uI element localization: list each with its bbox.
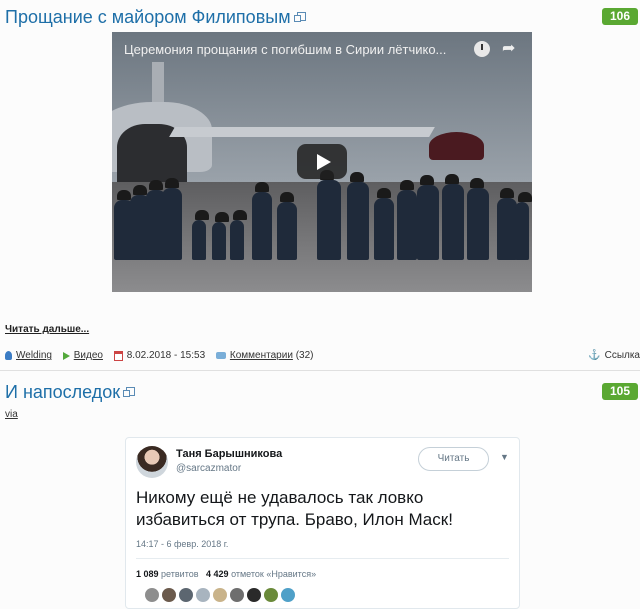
comments-count: (32) <box>295 350 314 361</box>
retweets-count: 1 089 <box>136 569 159 579</box>
author-link[interactable]: Welding <box>16 350 52 361</box>
calendar-icon <box>113 350 123 361</box>
post-title-2[interactable]: И напоследок <box>5 382 136 403</box>
follow-button[interactable]: Читать <box>418 447 489 471</box>
tweet-date[interactable]: 14:17 - 6 февр. 2018 г. <box>136 539 228 549</box>
post-divider <box>0 370 640 371</box>
tweet-author-name[interactable]: Таня Барышникова <box>176 448 282 460</box>
rating-badge: 105 <box>602 383 638 400</box>
anchor-icon: ⚓ <box>588 350 601 361</box>
retweets-label[interactable]: ретвитов <box>161 569 198 579</box>
likes-label[interactable]: отметок «Нравится» <box>231 569 316 579</box>
via-link[interactable]: via <box>5 409 18 420</box>
category-link[interactable]: Видео <box>74 350 103 361</box>
avatar[interactable] <box>136 446 168 478</box>
watch-later-icon[interactable] <box>474 41 490 57</box>
video-title[interactable]: Церемония прощания с погибшим в Сирии лё… <box>124 42 446 57</box>
read-more-link[interactable]: Читать дальше... <box>5 324 89 335</box>
comment-icon <box>215 352 226 359</box>
chevron-down-icon[interactable]: ▼ <box>500 452 509 462</box>
play-button[interactable] <box>297 144 347 179</box>
likes-count: 4 429 <box>206 569 229 579</box>
post-title[interactable]: Прощание с майором Филиповым <box>5 7 306 28</box>
embedded-tweet[interactable]: Таня Барышникова @sarcazmator Читать ▼ Н… <box>125 437 520 609</box>
tweet-stats: 1 089 ретвитов 4 429 отметок «Нравится» <box>136 569 316 579</box>
rating-badge: 106 <box>602 8 638 25</box>
external-link-icon[interactable] <box>123 387 136 397</box>
arrow-right-icon <box>62 351 70 360</box>
coffin <box>429 132 484 160</box>
post-date: 8.02.2018 - 15:53 <box>126 350 206 361</box>
post-title-link[interactable]: Прощание с майором Филиповым <box>5 7 291 27</box>
permalink[interactable]: ⚓ Ссылка <box>588 350 640 361</box>
post-title-link[interactable]: И напоследок <box>5 382 120 402</box>
plane-wing <box>169 127 435 137</box>
tweet-author-handle[interactable]: @sarcazmator <box>176 463 241 474</box>
share-icon[interactable]: ➦ <box>502 41 515 57</box>
comments-link[interactable]: Комментарии <box>230 350 293 361</box>
user-icon <box>5 351 12 360</box>
video-player[interactable]: Церемония прощания с погибшим в Сирии лё… <box>112 32 532 292</box>
tweet-text: Никому ещё не удавалось так ловко избави… <box>136 488 453 529</box>
tweet-separator <box>136 558 509 559</box>
external-link-icon[interactable] <box>293 12 306 22</box>
liker-avatars <box>145 588 298 607</box>
post-meta: Welding Видео 8.02.2018 - 15:53 Коммента… <box>5 350 313 364</box>
permalink-label[interactable]: Ссылка <box>605 350 640 361</box>
